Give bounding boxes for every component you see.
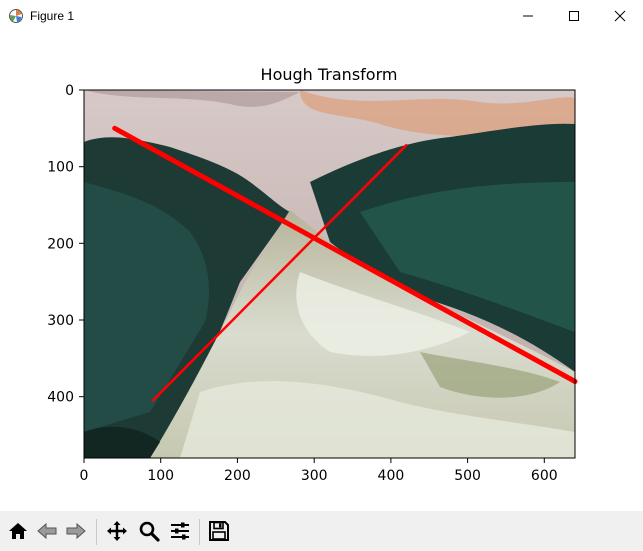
close-button[interactable] (597, 0, 643, 32)
maximize-icon (569, 11, 579, 21)
toolbar-separator (96, 519, 97, 545)
figure-svg: Hough Transform 0 100 200 300 400 500 60… (47, 65, 578, 484)
matplotlib-figure-icon (9, 9, 23, 23)
x-tick-label: 100 (147, 468, 174, 484)
configure-subplots-icon (171, 522, 189, 540)
forward-button[interactable] (62, 517, 90, 545)
x-tick-label: 0 (80, 468, 89, 484)
y-axis: 0 100 200 300 400 (47, 83, 84, 406)
y-tick-label: 100 (47, 160, 74, 176)
close-icon (614, 10, 626, 22)
toolbar-separator (199, 519, 200, 545)
x-tick-label: 600 (531, 468, 558, 484)
back-button[interactable] (33, 517, 61, 545)
x-tick-label: 500 (454, 468, 481, 484)
figure-canvas[interactable]: Hough Transform 0 100 200 300 400 500 60… (0, 32, 643, 510)
y-tick-label: 300 (47, 313, 74, 329)
navigation-toolbar (0, 511, 643, 551)
home-button[interactable] (4, 517, 32, 545)
pan-icon (107, 521, 127, 541)
x-tick-label: 300 (301, 468, 328, 484)
save-button[interactable] (205, 517, 233, 545)
pan-button[interactable] (103, 517, 131, 545)
image-axes: 0 100 200 300 400 500 600 0 100 200 300 … (47, 83, 578, 484)
window-title: Figure 1 (30, 9, 75, 23)
zoom-button[interactable] (135, 517, 163, 545)
window-titlebar: Figure 1 (0, 0, 643, 32)
home-icon (9, 523, 27, 539)
chart-title: Hough Transform (261, 65, 398, 84)
x-tick-label: 400 (378, 468, 405, 484)
minimize-icon (523, 15, 533, 17)
back-icon (37, 522, 57, 540)
maximize-button[interactable] (551, 0, 597, 32)
x-axis: 0 100 200 300 400 500 600 (80, 458, 558, 484)
river-photo (84, 90, 575, 458)
y-tick-label: 400 (47, 390, 74, 406)
zoom-icon (139, 521, 160, 542)
y-tick-label: 0 (65, 83, 74, 99)
save-icon (209, 521, 229, 541)
y-tick-label: 200 (47, 236, 74, 252)
forward-icon (66, 522, 86, 540)
configure-subplots-button[interactable] (166, 517, 194, 545)
minimize-button[interactable] (505, 0, 551, 32)
x-tick-label: 200 (224, 468, 251, 484)
